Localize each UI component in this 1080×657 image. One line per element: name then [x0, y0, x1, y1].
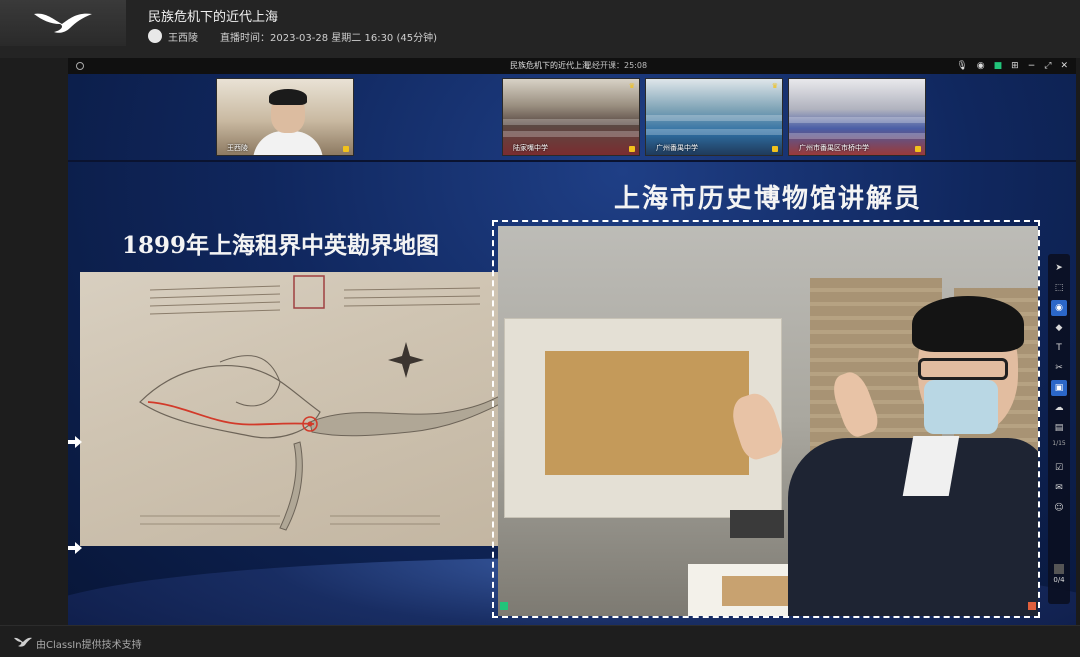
map-drawing [139, 275, 500, 531]
exhibit-map [545, 351, 749, 475]
page-icon[interactable] [1054, 564, 1064, 574]
desk-row [789, 117, 925, 123]
slide-heading-guide: 上海市历史博物馆讲解员 [614, 184, 923, 214]
powered-by-text: 由ClassIn提供技术支持 [36, 640, 142, 651]
crown-icon: ♛ [771, 82, 778, 90]
desk-row [789, 133, 925, 139]
video-label: 广州市番禺区市桥中学 [799, 144, 869, 152]
mic-status-icon [343, 146, 349, 152]
video-label: 陆家嘴中学 [513, 144, 548, 152]
grid-icon[interactable]: ⊞ [1011, 60, 1019, 72]
video-tile-class-2[interactable]: ♛ 广州番禺中学 [645, 78, 783, 156]
classin-logo [0, 0, 126, 46]
video-label: 广州番禺中学 [656, 144, 698, 152]
page-indicator: 0/4 [1053, 576, 1065, 584]
teacher-body [253, 131, 323, 155]
scissors-icon[interactable]: ✂ [1051, 360, 1067, 376]
elapsed-time: 已经开课：25:08 [584, 61, 648, 70]
speaker-icon[interactable]: ◉ [977, 60, 985, 72]
guide-face-mask [924, 380, 998, 434]
guide-glasses [918, 358, 1008, 380]
users-icon[interactable]: ☺ [1051, 500, 1067, 516]
desk-row [503, 119, 639, 125]
camera-icon[interactable]: ▣ [1051, 380, 1067, 396]
classin-small-logo-icon [14, 637, 32, 647]
desk-row [646, 129, 782, 135]
left-margin [0, 58, 68, 625]
eraser-icon[interactable]: ◆ [1051, 320, 1067, 336]
video-tile-class-1[interactable]: ♛ 陆家嘴中学 [502, 78, 640, 156]
room-title: 民族危机下的近代上海 [510, 61, 590, 70]
fill-icon[interactable]: ◉ [1051, 300, 1067, 316]
video-status-icon [1028, 602, 1036, 610]
record-icon[interactable] [76, 62, 84, 70]
video-status-icon [500, 602, 508, 610]
cursor-icon[interactable]: ➤ [1051, 260, 1067, 276]
museum-guide-video[interactable] [492, 220, 1040, 618]
classroom-stage: 民族危机下的近代上海 已经开课：25:08 🎙 ◉ ■ ⊞ − ⤢ ✕ 王西陵 … [68, 58, 1076, 625]
pointer-arrow-icon [68, 436, 82, 448]
zoom-level: 1/15 [1052, 440, 1066, 447]
slide-heading-map: 1899年上海租界中英勘界地图 [122, 232, 440, 259]
mic-status-icon [915, 146, 921, 152]
desk-row [503, 131, 639, 137]
bird-logo-icon [34, 13, 92, 33]
select-icon[interactable]: ⬚ [1051, 280, 1067, 296]
teacher-hair [269, 89, 307, 105]
course-header: 民族危机下的近代上海 王西陵 直播时间：2023-03-28 星期二 16:30… [0, 0, 1080, 58]
historical-map-image [80, 272, 500, 546]
screen-share-icon[interactable]: ■ [994, 60, 1003, 72]
museum-video-frame [498, 226, 1038, 616]
course-title: 民族危机下的近代上海 [148, 10, 279, 25]
footer: 由ClassIn提供技术支持 [0, 625, 1080, 657]
divider [68, 160, 1076, 162]
minimize-icon[interactable]: − [1028, 60, 1036, 72]
topbar-controls: 🎙 ◉ ■ ⊞ − ⤢ ✕ [956, 60, 1068, 72]
classroom-topbar: 民族危机下的近代上海 已经开课：25:08 🎙 ◉ ■ ⊞ − ⤢ ✕ [68, 58, 1076, 74]
microphone-icon[interactable]: 🎙 [956, 60, 967, 72]
chat-icon[interactable]: ✉ [1051, 480, 1067, 496]
video-tile-teacher[interactable]: 王西陵 [216, 78, 354, 156]
teacher-avatar [148, 29, 162, 43]
video-tile-class-3[interactable]: 广州市番禺区市桥中学 [788, 78, 926, 156]
cloud-icon[interactable]: ☁ [1051, 400, 1067, 416]
mic-status-icon [772, 146, 778, 152]
text-icon[interactable]: T [1051, 340, 1067, 356]
schedule-time: 直播时间：2023-03-28 星期二 16:30 (45分钟) [220, 32, 437, 44]
exhibit-label-plaque [730, 510, 784, 538]
guide-hair [912, 296, 1024, 352]
desk-row [646, 115, 782, 121]
video-strip: 王西陵 ♛ 陆家嘴中学 ♛ 广州番禺中学 广州市番禺区市桥中学 [68, 74, 1076, 160]
fullscreen-icon[interactable]: ⤢ [1044, 60, 1051, 72]
mic-status-icon [629, 146, 635, 152]
box-icon[interactable]: ▤ [1051, 420, 1067, 436]
checklist-icon[interactable]: ☑ [1051, 460, 1067, 476]
video-label: 王西陵 [227, 144, 248, 152]
close-icon[interactable]: ✕ [1060, 60, 1068, 72]
teacher-name: 王西陵 [168, 32, 198, 44]
drawing-toolbar: ➤ ⬚ ◉ ◆ T ✂ ▣ ☁ ▤ 1/15 ☑ ✉ ☺ [1048, 254, 1070, 604]
course-meta: 王西陵 直播时间：2023-03-28 星期二 16:30 (45分钟) [148, 28, 437, 44]
pointer-arrow-icon [68, 542, 82, 554]
crown-icon: ♛ [628, 82, 635, 90]
